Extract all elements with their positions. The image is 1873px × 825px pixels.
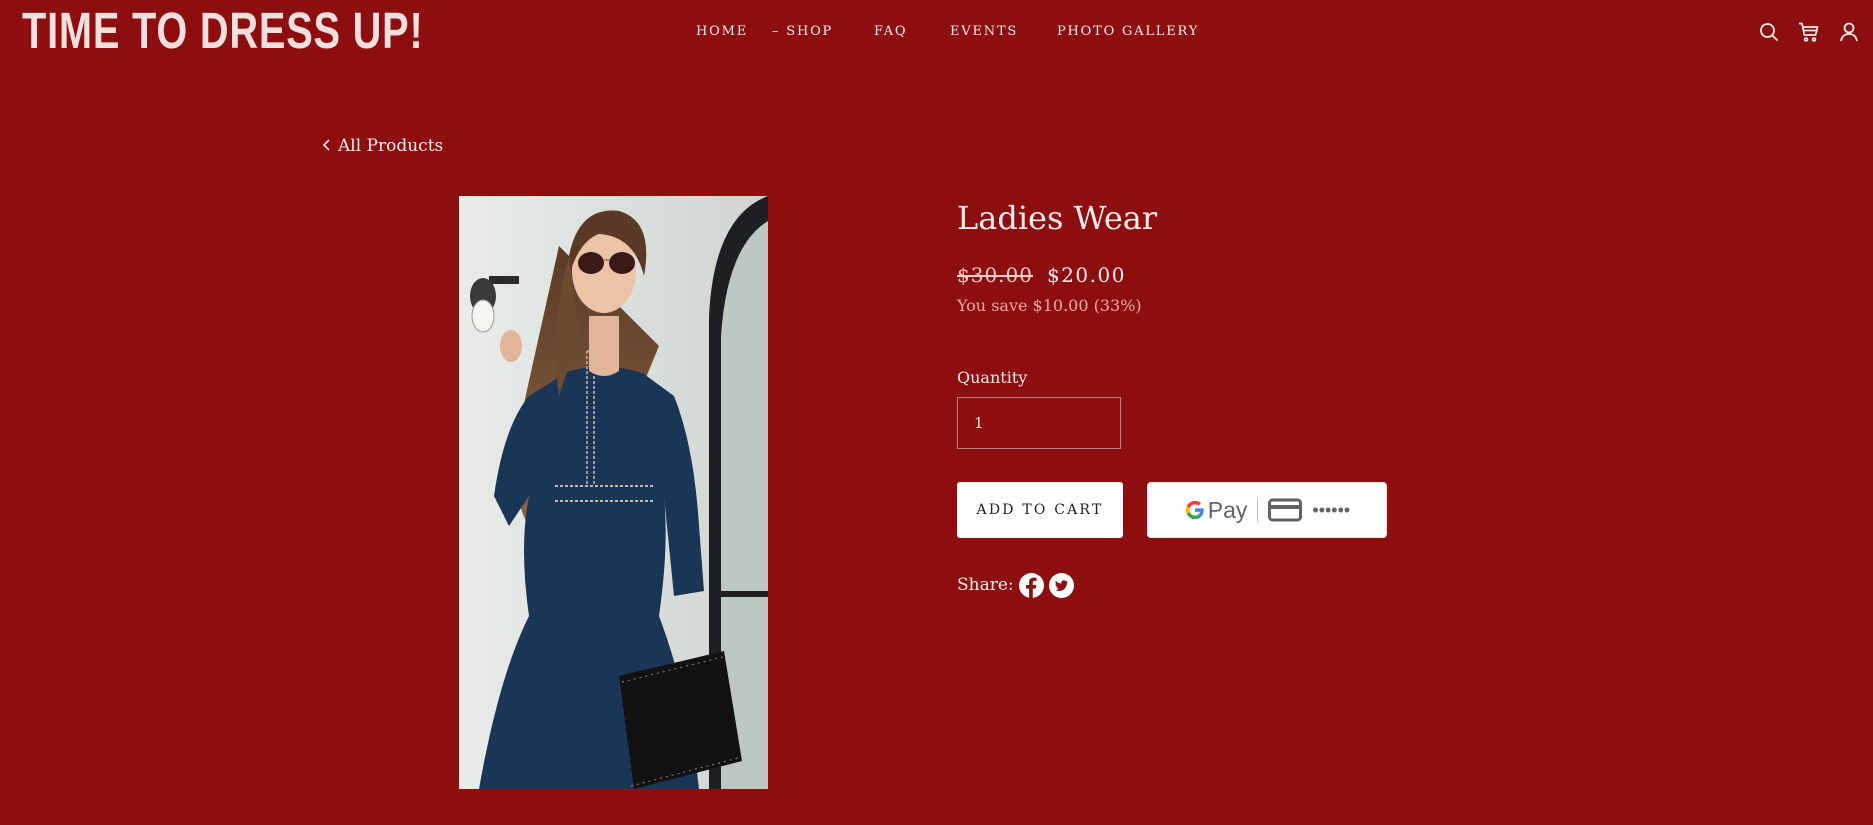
all-products-label: All Products [338,136,444,156]
chevron-left-icon [322,139,330,151]
site-title[interactable]: TIME TO DRESS UP! [22,0,424,62]
product-image [459,196,768,789]
all-products-link[interactable]: All Products [322,134,443,158]
credit-card-icon [1268,498,1303,522]
nav-photo-gallery[interactable]: PHOTO GALLERY [1057,22,1199,42]
product-title: Ladies Wear [957,199,1158,237]
google-g-icon [1185,500,1204,520]
nav-faq[interactable]: FAQ [874,22,907,42]
search-icon[interactable] [1757,20,1781,44]
share-label: Share: [957,575,1014,595]
product-page: TIME TO DRESS UP! HOME – SHOP FAQ EVENTS… [0,0,1873,825]
nav-shop[interactable]: – SHOP [772,22,833,42]
google-pay-logo: Pay [1184,496,1248,524]
google-pay-button[interactable]: Pay •••••• [1147,482,1387,538]
gpay-divider [1257,498,1259,522]
price-row: $30.00 $20.00 [957,260,1126,292]
original-price: $30.00 [957,263,1033,287]
cart-icon[interactable] [1797,20,1821,44]
nav-home[interactable]: HOME [696,22,748,42]
account-icon[interactable] [1837,20,1861,44]
savings-text: You save $10.00 (33%) [957,296,1142,315]
google-pay-label: Pay [1207,496,1248,523]
nav-events[interactable]: EVENTS [950,22,1018,42]
card-number-mask: •••••• [1312,499,1351,520]
share-row: Share: [957,572,1074,598]
twitter-icon[interactable] [1048,572,1074,598]
add-to-cart-button[interactable]: ADD TO CART [957,482,1123,538]
quantity-label: Quantity [957,368,1028,387]
facebook-icon[interactable] [1018,572,1044,598]
sale-price: $20.00 [1046,263,1126,287]
quantity-input[interactable] [957,397,1121,449]
